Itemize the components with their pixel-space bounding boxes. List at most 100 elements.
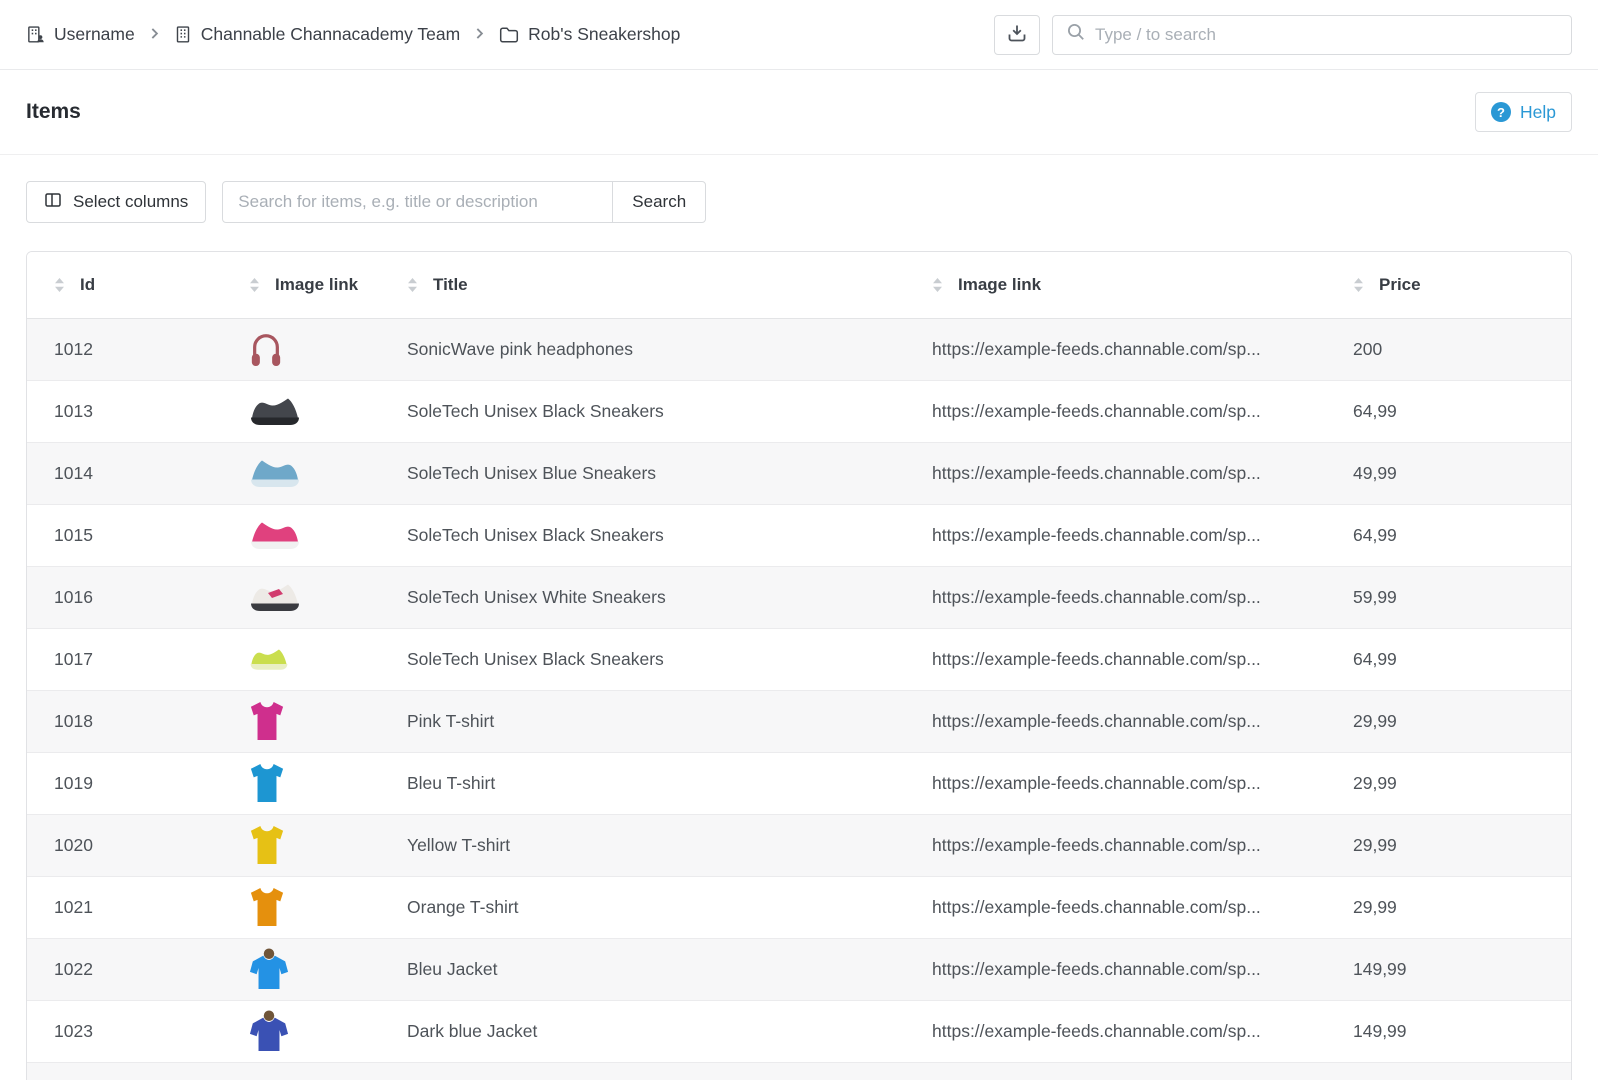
select-columns-button[interactable]: Select columns [26,181,206,223]
breadcrumb-item-project[interactable]: Rob's Sneakershop [499,24,680,45]
tshirt-product-image [249,815,370,876]
cell-image [222,814,380,876]
column-header-image-link[interactable]: Image link [222,252,380,318]
cell-id: 1019 [27,752,222,814]
sort-icon [249,277,260,293]
cell-id: 1013 [27,380,222,442]
table-row[interactable]: 1020 Yellow T-shirthttps://example-feeds… [27,814,1571,876]
team-building-icon [174,25,192,44]
cell-image-link: https://example-feeds.channable.com/sp..… [905,690,1326,752]
cell-partial [27,1062,1571,1080]
sort-icon [54,277,65,293]
cell-id: 1021 [27,876,222,938]
table-row[interactable]: 1012 SonicWave pink headphoneshttps://ex… [27,318,1571,380]
page-header: Items ? Help [0,70,1598,155]
headphones-product-image [249,319,370,380]
sneaker-product-image [249,381,370,442]
cell-image [222,318,380,380]
cell-price: 64,99 [1326,380,1571,442]
table-row[interactable]: 1023 Dark blue Jackethttps://example-fee… [27,1000,1571,1062]
cell-price: 49,99 [1326,442,1571,504]
global-search-input[interactable] [1095,25,1558,45]
top-bar: Username Channable Channacademy Team [0,0,1598,70]
cell-image-link: https://example-feeds.channable.com/sp..… [905,752,1326,814]
breadcrumb-item-username[interactable]: Username [26,24,135,45]
cell-image [222,442,380,504]
cell-price: 29,99 [1326,814,1571,876]
cell-image [222,690,380,752]
table-row[interactable]: 1016 SoleTech Unisex White Sneakershttps… [27,566,1571,628]
jacket-product-image [249,939,370,1000]
jacket-product-image [249,1001,370,1062]
tshirt-product-image [249,753,370,814]
search-icon [1066,22,1086,47]
cell-title: SoleTech Unisex White Sneakers [380,566,905,628]
breadcrumb-label: Rob's Sneakershop [528,24,680,45]
table-row[interactable]: 1013 SoleTech Unisex Black Sneakershttps… [27,380,1571,442]
items-toolbar: Select columns Search [0,155,1598,223]
column-header-price[interactable]: Price [1326,252,1571,318]
tshirt-product-image [249,877,370,938]
download-button[interactable] [994,15,1040,55]
cell-image-link: https://example-feeds.channable.com/sp..… [905,938,1326,1000]
sort-icon [932,277,943,293]
cell-id: 1023 [27,1000,222,1062]
cell-title: Orange T-shirt [380,876,905,938]
tshirt-product-image [249,691,370,752]
breadcrumb-label: Username [54,24,135,45]
cell-price: 149,99 [1326,1000,1571,1062]
table-row[interactable]: 1014 SoleTech Unisex Blue Sneakershttps:… [27,442,1571,504]
sort-icon [1353,277,1364,293]
cell-image [222,876,380,938]
table-row[interactable]: 1022 Bleu Jackethttps://example-feeds.ch… [27,938,1571,1000]
cell-image-link: https://example-feeds.channable.com/sp..… [905,814,1326,876]
breadcrumb-item-team[interactable]: Channable Channacademy Team [174,24,460,45]
cell-price: 59,99 [1326,566,1571,628]
folder-icon [499,26,519,44]
table-row[interactable]: 1018 Pink T-shirthttps://example-feeds.c… [27,690,1571,752]
cell-image-link: https://example-feeds.channable.com/sp..… [905,380,1326,442]
cell-image-link: https://example-feeds.channable.com/sp..… [905,442,1326,504]
cell-id: 1015 [27,504,222,566]
chevron-right-icon [148,24,161,45]
cell-price: 29,99 [1326,876,1571,938]
cell-title: Yellow T-shirt [380,814,905,876]
chevron-right-icon [473,24,486,45]
breadcrumb-label: Channable Channacademy Team [201,24,460,45]
table-row[interactable]: 1017 SoleTech Unisex Black Sneakershttps… [27,628,1571,690]
select-columns-label: Select columns [73,192,188,212]
cell-price: 29,99 [1326,690,1571,752]
items-search-group: Search [222,181,706,223]
table-row[interactable]: 1019 Bleu T-shirthttps://example-feeds.c… [27,752,1571,814]
topbar-actions [994,15,1572,55]
cell-title: Pink T-shirt [380,690,905,752]
cell-id: 1017 [27,628,222,690]
page-title: Items [26,100,81,124]
column-header-id[interactable]: Id [27,252,222,318]
cell-title: Dark blue Jacket [380,1000,905,1062]
table-header-row: Id Image link Title Image link Price [27,252,1571,318]
table-row[interactable]: 1015 SoleTech Unisex Black Sneakershttps… [27,504,1571,566]
organization-icon [26,25,45,44]
cell-id: 1020 [27,814,222,876]
items-search-input[interactable] [222,181,613,223]
column-header-image-link-2[interactable]: Image link [905,252,1326,318]
cell-image [222,566,380,628]
cell-image-link: https://example-feeds.channable.com/sp..… [905,504,1326,566]
table-row[interactable] [27,1062,1571,1080]
cell-image-link: https://example-feeds.channable.com/sp..… [905,1000,1326,1062]
cell-title: SonicWave pink headphones [380,318,905,380]
table-row[interactable]: 1021 Orange T-shirthttps://example-feeds… [27,876,1571,938]
global-search [1052,15,1572,55]
cell-id: 1016 [27,566,222,628]
sneaker-product-image [249,567,370,628]
cell-image [222,1000,380,1062]
cell-image [222,938,380,1000]
items-search-button[interactable]: Search [612,181,706,223]
cell-image [222,628,380,690]
sort-icon [407,277,418,293]
cell-title: SoleTech Unisex Black Sneakers [380,504,905,566]
help-button[interactable]: ? Help [1475,92,1572,132]
cell-price: 149,99 [1326,938,1571,1000]
column-header-title[interactable]: Title [380,252,905,318]
